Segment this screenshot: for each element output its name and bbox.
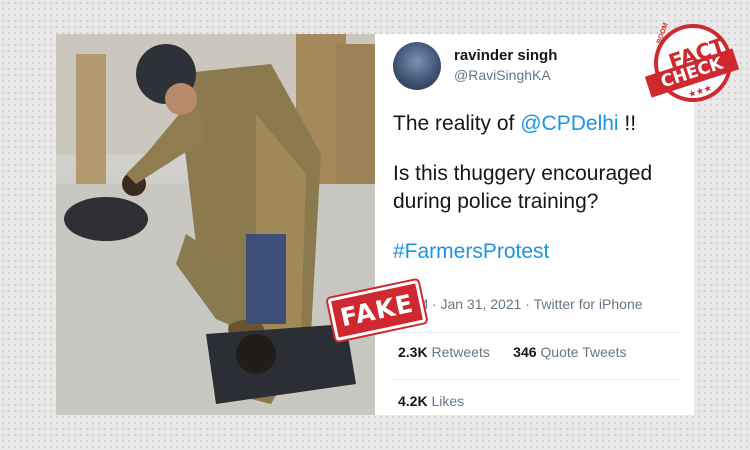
retweet-stats[interactable]: 2.3K Retweets 346 Quote Tweets [398,344,627,360]
hashtag-link[interactable]: #FarmersProtest [393,238,683,266]
quote-label: Quote Tweets [540,344,627,360]
tweet-line-1-suffix: !! [618,112,637,135]
tweet-text: The reality of @CPDelhi !! Is this thugg… [393,110,683,266]
quote-count: 346 [513,344,537,360]
user-handle[interactable]: @RaviSinghKA [454,67,551,83]
avatar[interactable] [393,42,441,90]
tweet-meta: …AM · Jan 31, 2021 · Twitter for iPhone [393,296,643,312]
user-name[interactable]: ravinder singh [454,47,557,64]
retweets-label: Retweets [431,344,490,360]
likes-label: Likes [431,393,465,409]
divider [393,332,680,333]
tweet-line-1: The reality of @CPDelhi !! [393,110,683,138]
retweets-count: 2.3K [398,344,428,360]
news-photo [56,34,375,415]
tweet-line-1-prefix: The reality of [393,112,521,135]
likes-stats[interactable]: 4.2K Likes [398,393,464,409]
divider [393,379,680,380]
likes-count: 4.2K [398,393,428,409]
fact-check-badge: BOOM FACT CHECK ★★★ [644,22,740,104]
tweet-line-2: Is this thuggery encouraged during polic… [393,162,653,213]
mention-link[interactable]: @CPDelhi [520,112,618,135]
